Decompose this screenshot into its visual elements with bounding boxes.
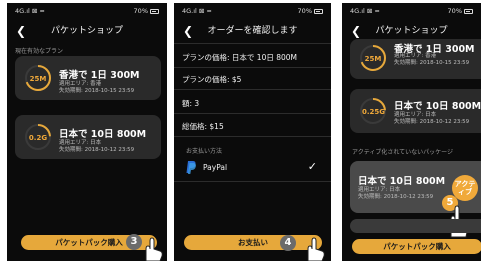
status-bar: 4G.ıl ⊠ ≈ 70% [7,7,167,17]
battery-icon [150,8,159,14]
plan-expiry: 失効期間: 2018-10-12 23:59 [59,147,135,153]
battery-status: 70% [448,7,473,15]
page-title: パケットショップ [375,26,448,36]
payment-method-name: PayPal [203,163,228,172]
divider [174,113,331,114]
order-plan-name: プランの価格: 日本で 10日 800M [182,53,298,62]
divider [174,136,331,137]
plan-expiry: 失効期間: 2018-10-12 23:59 [394,119,470,125]
header: ❮ パケットショップ [7,23,167,39]
usage-ring: 0.2G [25,124,51,150]
paypal-icon [186,161,196,174]
battery-status: 70% [134,7,159,15]
tap-hand-icon [145,237,163,261]
header: ❮ パケットショップ [342,23,481,39]
plan-expiry: 失効期間: 2018-10-15 23:59 [394,60,470,66]
signal-status: 4G.ıl ⊠ ≈ [182,7,212,15]
plan-card-partial [350,219,481,233]
divider [174,89,331,90]
check-icon: ✓ [307,160,317,173]
section-label-active: 現在有効なプラン [15,48,64,55]
status-bar: 4G.ıl ⊠ ≈ 70% [174,7,331,17]
plan-area: 適用エリア: 日本 [59,140,102,146]
plan-title: 日本で 10日 800M [358,176,446,187]
page-title: オーダーを確認します [207,26,298,36]
plan-area: 適用エリア: 日本 [358,187,401,193]
plan-card[interactable]: 0.25G 日本で 10日 800M 適用エリア: 日本 失効期間: 2018-… [350,89,481,133]
usage-value: 25M [29,75,47,83]
usage-value: 0.25G [362,108,386,116]
buy-packet-button[interactable]: パケットパック購入 [352,239,481,254]
usage-ring: 25M [360,45,386,71]
order-total: 総価格: $15 [182,122,224,131]
usage-ring: 0.25G [360,98,386,124]
tap-hand-icon [307,237,325,261]
plan-expiry: 失効期間: 2018-10-15 23:59 [59,88,135,94]
battery-icon [464,8,473,14]
signal-status: 4G.ıl ⊠ ≈ [15,7,45,15]
usage-value: 0.2G [28,134,48,142]
payment-method-label: お支払い方法 [186,148,223,155]
order-plan-price: プランの価格: $5 [182,75,242,84]
plan-area: 適用エリア: 日本 [394,112,437,118]
screen-confirm-order: 4G.ıl ⊠ ≈ 70% ❮ オーダーを確認します プランの価格: 日本で 1… [174,3,331,261]
signal-status: 4G.ıl ⊠ ≈ [350,7,380,15]
divider [174,181,331,182]
plan-area: 適用エリア: 香港 [394,53,437,59]
divider [174,67,331,68]
screen-packet-shop: 4G.ıl ⊠ ≈ 70% ❮ パケットショップ 現在有効なプラン 25M 香港… [7,3,167,261]
page-title: パケットショップ [50,26,123,36]
plan-card[interactable]: 25M 香港で 1日 300M 適用エリア: 香港 失効期間: 2018-10-… [15,56,161,100]
payment-option-paypal[interactable]: PayPal ✓ [174,158,331,178]
order-quantity: 額: 3 [182,99,200,108]
battery-icon [314,8,323,14]
status-bar: 4G.ıl ⊠ ≈ 70% [342,7,481,17]
plan-title: 香港で 1日 300M [59,70,140,81]
section-label-inactive: アクティブ化されていないパッケージ [352,149,454,156]
usage-ring: 25M [25,65,51,91]
plan-area: 適用エリア: 香港 [59,81,102,87]
plan-expiry: 失効期間: 2018-10-12 23:59 [358,194,434,200]
battery-status: 70% [298,7,323,15]
step-number: 4 [280,235,296,251]
usage-value: 25M [364,55,382,63]
plan-card[interactable]: 25M 香港で 1日 300M 適用エリア: 香港 失効期間: 2018-10-… [350,39,481,79]
plan-title: 日本で 10日 800M [59,129,147,140]
plan-card[interactable]: 0.2G 日本で 10日 800M 適用エリア: 日本 失効期間: 2018-1… [15,115,161,159]
plan-title: 日本で 10日 800M [394,101,481,112]
divider [174,43,331,44]
screen-packet-shop-scrolled: 4G.ıl ⊠ ≈ 70% ❮ パケットショップ 25M 香港で 1日 300M… [342,3,481,261]
header: ❮ オーダーを確認します [174,23,331,39]
